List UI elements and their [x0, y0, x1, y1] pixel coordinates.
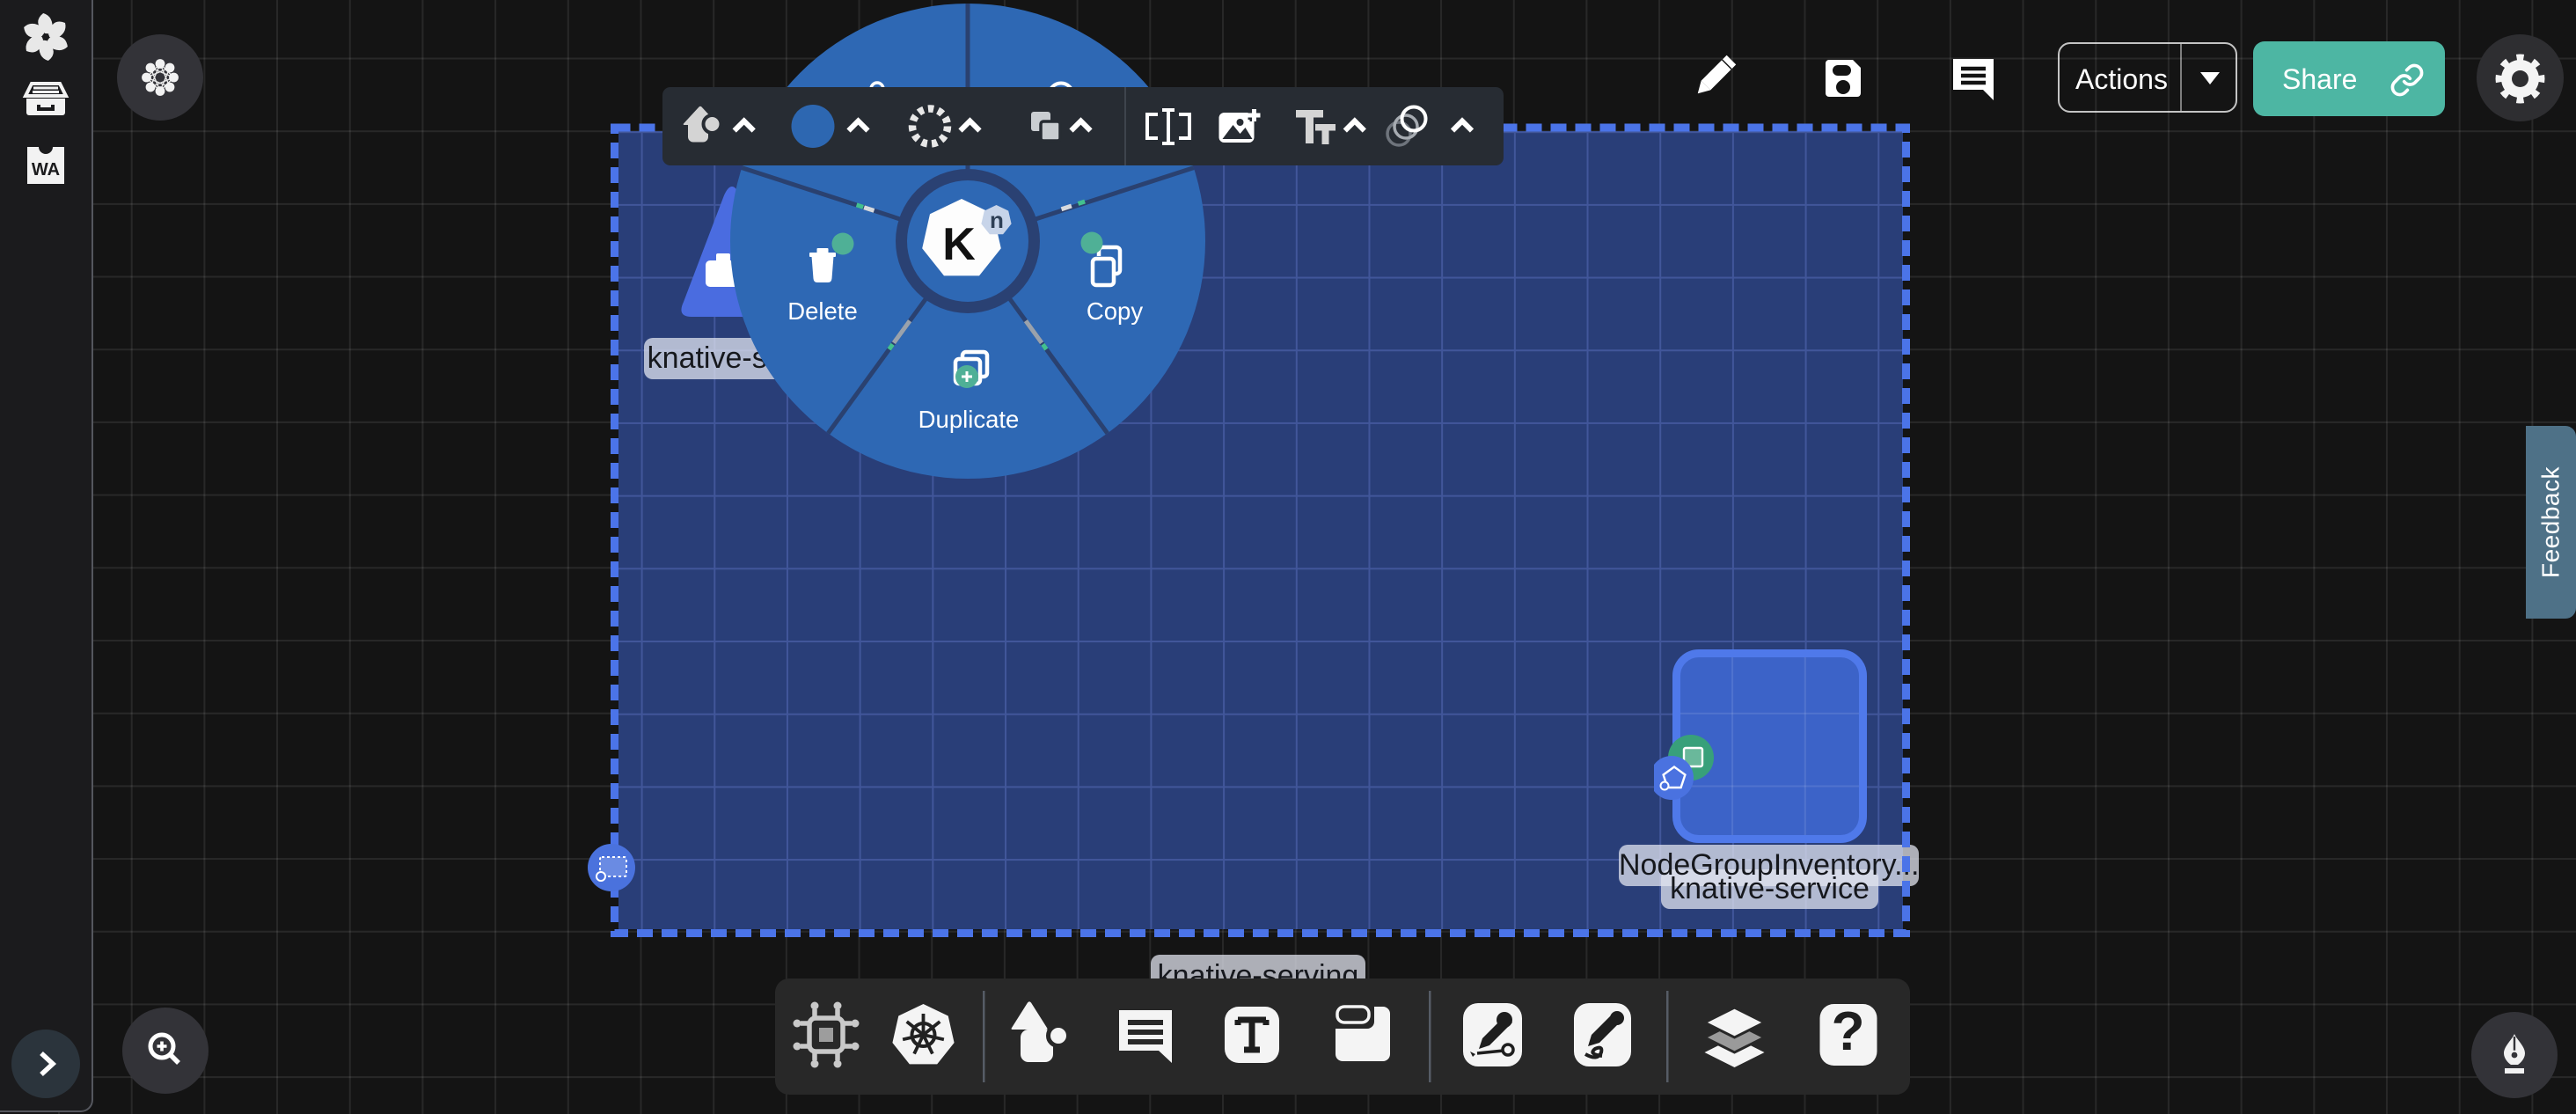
svg-text:n: n: [990, 207, 1004, 233]
svg-text:?: ?: [1832, 1001, 1865, 1062]
svg-text:Copy: Copy: [1087, 297, 1143, 325]
svg-text:Delete: Delete: [787, 297, 858, 325]
svg-text:WA: WA: [32, 160, 60, 180]
svg-text:K: K: [942, 219, 976, 270]
svg-text:Duplicate: Duplicate: [918, 406, 1020, 433]
